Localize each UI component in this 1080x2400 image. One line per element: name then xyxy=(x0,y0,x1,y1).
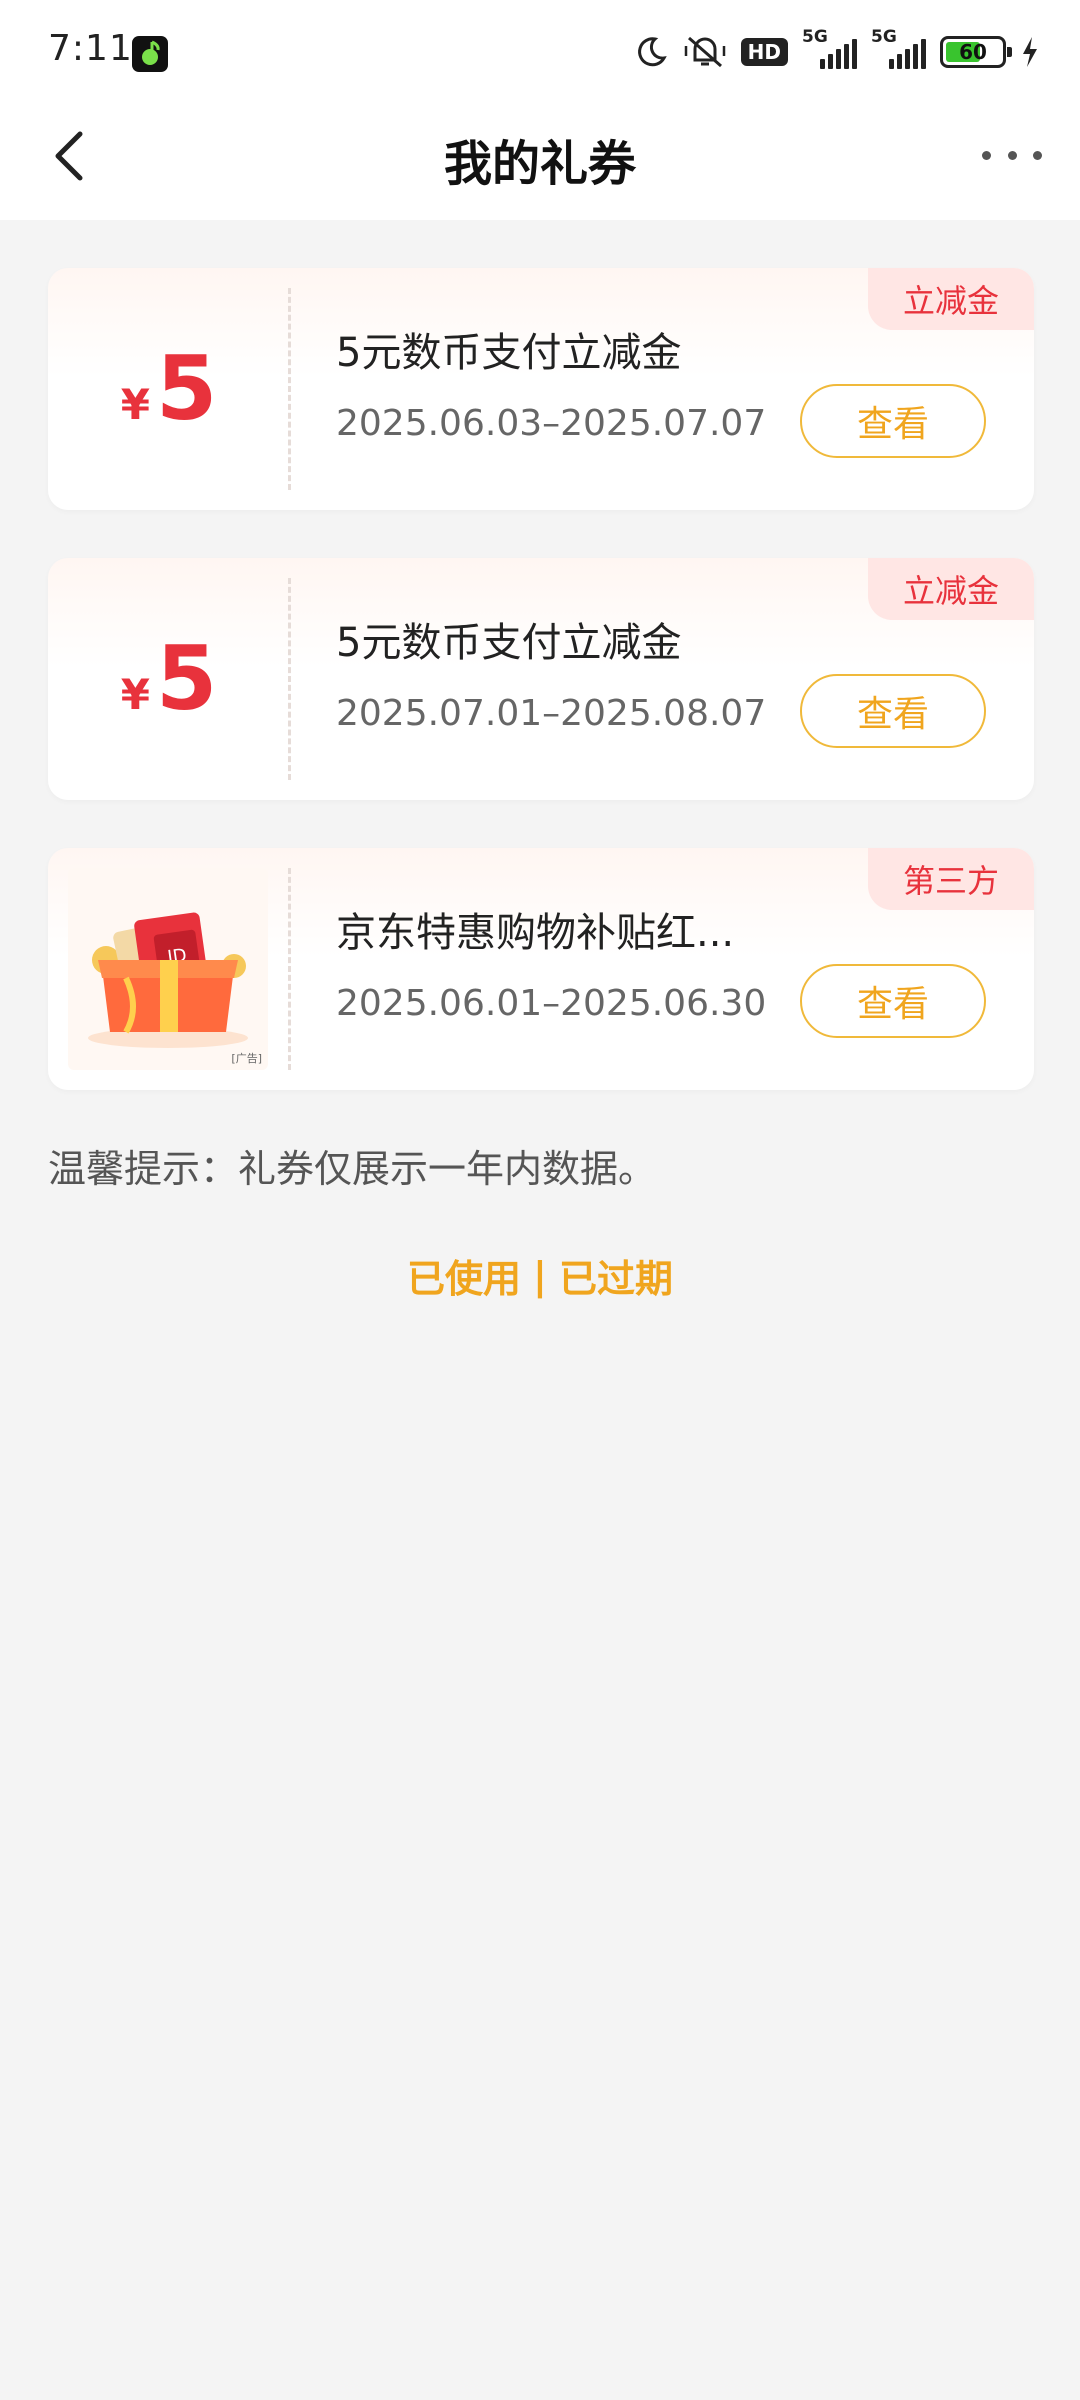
currency-symbol: ¥ xyxy=(120,670,150,719)
dashed-divider xyxy=(288,288,291,490)
page-title: 我的礼券 xyxy=(443,136,636,192)
battery-icon: 60 xyxy=(940,36,1012,68)
coupon-amount: ¥ 5 xyxy=(48,558,290,800)
used-coupons-link[interactable]: 已使用 xyxy=(407,1248,521,1303)
moon-icon xyxy=(633,34,669,70)
view-button[interactable]: 查看 xyxy=(800,964,986,1038)
app-notification-icon xyxy=(132,36,168,72)
dashed-divider xyxy=(288,578,291,780)
link-separator: | xyxy=(533,1253,547,1298)
coupon-list: ¥ 5 5元数币支付立减金 2025.06.03–2025.07.07 查看 立… xyxy=(48,268,1034,1138)
expired-coupons-link[interactable]: 已过期 xyxy=(559,1248,673,1303)
coupon-date-range: 2025.07.01–2025.08.07 xyxy=(336,693,767,734)
hd-voice-badge: HD xyxy=(740,38,788,66)
amount-value: 5 xyxy=(156,337,218,440)
coupon-date-range: 2025.06.01–2025.06.30 xyxy=(336,983,767,1024)
gift-box-image: ID [广告] xyxy=(68,868,268,1070)
coupon-name: 5元数币支付立减金 xyxy=(336,330,682,376)
dashed-divider xyxy=(288,868,291,1070)
status-time: 7:11 xyxy=(48,28,133,69)
coupon-card: ¥ 5 5元数币支付立减金 2025.07.01–2025.08.07 查看 立… xyxy=(48,558,1034,800)
signal-icon-1: 5G xyxy=(802,27,857,69)
charging-icon xyxy=(1020,35,1040,69)
nav-header: 我的礼券 xyxy=(0,100,1080,220)
ad-label: [广告] xyxy=(231,1052,262,1065)
view-button[interactable]: 查看 xyxy=(800,674,986,748)
signal-icon-2: 5G xyxy=(871,27,926,69)
coupon-card: ID [广告] 京东特惠购物补贴红... 2025.06.01–2025.06.… xyxy=(48,848,1034,1090)
coupon-name: 京东特惠购物补贴红... xyxy=(336,910,735,956)
more-options-button[interactable] xyxy=(982,130,1042,180)
coupon-type-tag: 立减金 xyxy=(868,268,1034,330)
coupon-card: ¥ 5 5元数币支付立减金 2025.06.03–2025.07.07 查看 立… xyxy=(48,268,1034,510)
history-links: 已使用 | 已过期 xyxy=(0,1248,1080,1303)
view-button[interactable]: 查看 xyxy=(800,384,986,458)
coupon-date-range: 2025.06.03–2025.07.07 xyxy=(336,403,767,444)
coupon-type-tag: 第三方 xyxy=(868,848,1034,910)
coupon-amount: ¥ 5 xyxy=(48,268,290,510)
status-bar: 7:11 HD 5G 5G 60 xyxy=(0,0,1080,100)
coupon-name: 5元数币支付立减金 xyxy=(336,620,682,666)
coupon-type-tag: 立减金 xyxy=(868,558,1034,620)
amount-value: 5 xyxy=(156,627,218,730)
mute-vibrate-icon xyxy=(683,34,727,70)
currency-symbol: ¥ xyxy=(120,380,150,429)
tip-text: 温馨提示：礼券仅展示一年内数据。 xyxy=(48,1147,657,1191)
